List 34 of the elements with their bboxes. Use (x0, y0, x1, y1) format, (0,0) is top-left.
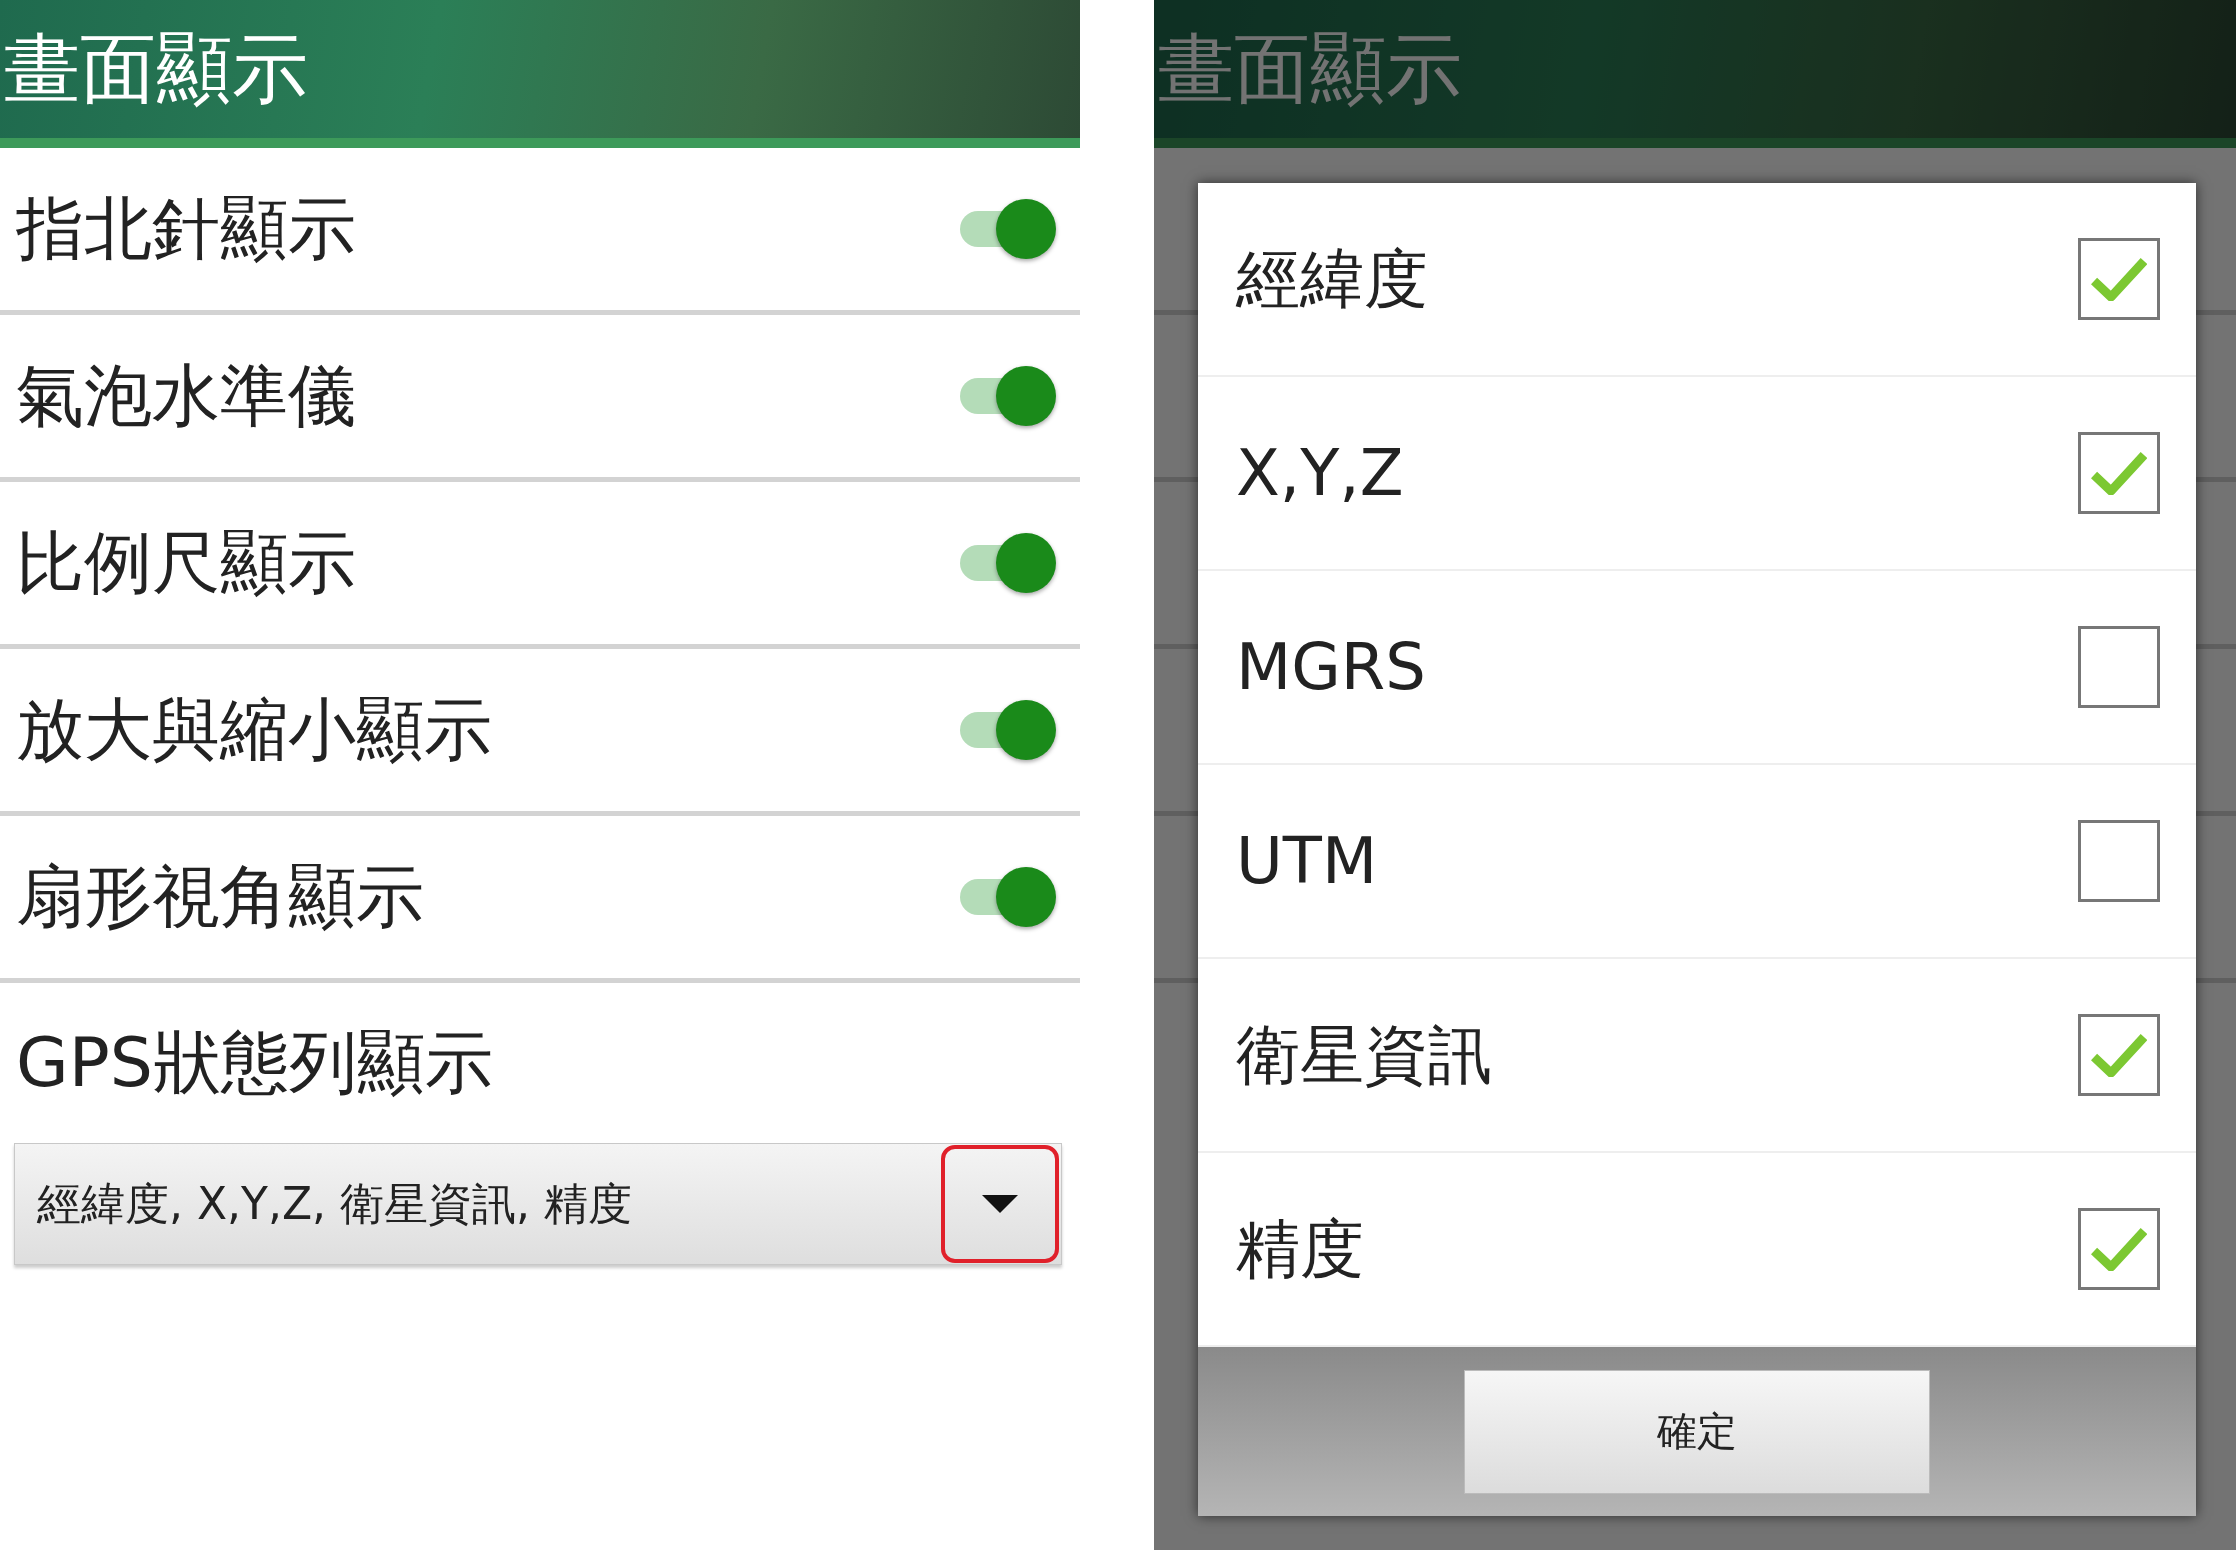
checkbox[interactable] (2078, 1014, 2160, 1096)
confirm-button[interactable]: 確定 (1464, 1369, 1930, 1494)
option-row[interactable]: 衛星資訊 (1198, 959, 2196, 1153)
setting-label: 指北針顯示 (16, 187, 356, 270)
checkmark-icon (2091, 451, 2147, 495)
caret-icon (982, 1195, 1018, 1213)
option-label: X,Y,Z (1236, 436, 1404, 510)
screen-title: 畫面顯示 (1158, 31, 1462, 107)
option-row[interactable]: UTM (1198, 765, 2196, 959)
screen-title: 畫面顯示 (4, 31, 308, 107)
setting-label: 比例尺顯示 (16, 521, 356, 604)
option-row[interactable]: 經緯度 (1198, 183, 2196, 377)
checkbox[interactable] (2078, 432, 2160, 514)
checkbox[interactable] (2078, 1208, 2160, 1290)
dropdown-button[interactable] (941, 1145, 1059, 1263)
option-label: MGRS (1236, 630, 1426, 704)
setting-label: 放大與縮小顯示 (16, 688, 492, 771)
setting-label: 氣泡水準儀 (16, 354, 356, 437)
checkmark-icon (2091, 257, 2147, 301)
checkbox[interactable] (2078, 820, 2160, 902)
checkmark-icon (2091, 1033, 2147, 1077)
dropdown-field[interactable]: 經緯度, X,Y,Z, 衛星資訊, 精度 (14, 1143, 1062, 1265)
dropdown-value: 經緯度, X,Y,Z, 衛星資訊, 精度 (37, 1176, 633, 1231)
option-row[interactable]: MGRS (1198, 571, 2196, 765)
option-row[interactable]: X,Y,Z (1198, 377, 2196, 571)
option-label: UTM (1236, 824, 1378, 898)
option-label: 經緯度 (1236, 240, 1428, 318)
checkmark-icon (2091, 1227, 2147, 1271)
setting-label: 扇形視角顯示 (16, 855, 424, 938)
setting-label: GPS狀態列顯示 (16, 1021, 493, 1104)
option-label: 精度 (1236, 1210, 1364, 1288)
checkbox[interactable] (2078, 626, 2160, 708)
option-label: 衛星資訊 (1236, 1016, 1492, 1094)
checkbox[interactable] (2078, 238, 2160, 320)
